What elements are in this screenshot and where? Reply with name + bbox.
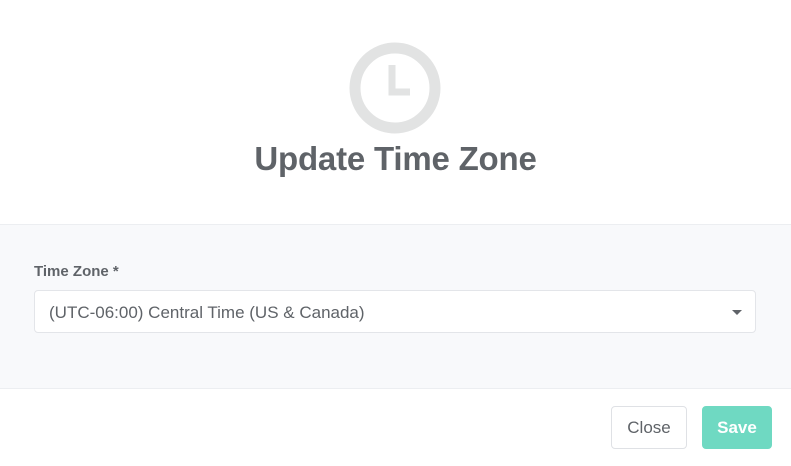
close-button[interactable]: Close xyxy=(611,406,687,449)
time-zone-select[interactable]: (UTC-06:00) Central Time (US & Canada) xyxy=(34,290,756,333)
update-time-zone-dialog: Update Time Zone Time Zone * (UTC-06:00)… xyxy=(0,0,791,466)
time-zone-selected-value: (UTC-06:00) Central Time (US & Canada) xyxy=(49,303,365,322)
dialog-body: Time Zone * (UTC-06:00) Central Time (US… xyxy=(0,225,791,389)
dialog-footer: Close Save xyxy=(0,389,791,466)
time-zone-label: Time Zone * xyxy=(34,263,119,280)
save-button[interactable]: Save xyxy=(702,406,772,449)
clock-icon xyxy=(349,42,441,134)
dialog-header: Update Time Zone xyxy=(0,0,791,225)
caret-down-icon xyxy=(732,310,742,315)
dialog-title: Update Time Zone xyxy=(254,140,537,177)
